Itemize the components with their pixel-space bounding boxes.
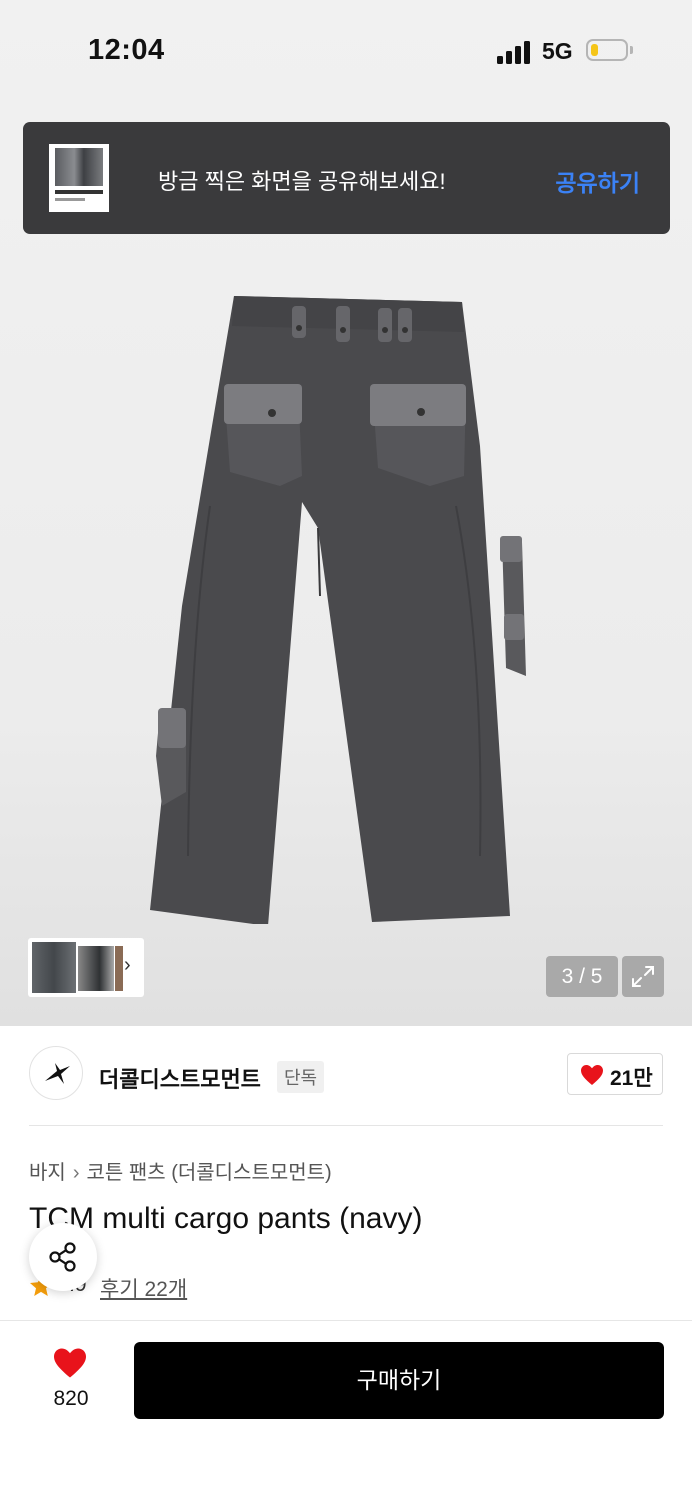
product-title: TCM multi cargo pants (navy) [29, 1202, 423, 1235]
battery-cap [630, 46, 633, 54]
status-time: 12:04 [88, 34, 165, 66]
share-fab[interactable] [29, 1223, 97, 1291]
image-counter: 3 / 5 [546, 956, 618, 997]
breadcrumb-category[interactable]: 바지 [29, 1162, 66, 1184]
brand-logo[interactable] [29, 1046, 83, 1100]
review-link[interactable]: 후기 22개 [100, 1273, 187, 1303]
heart-icon [581, 1065, 603, 1085]
like-count: 820 [53, 1387, 89, 1410]
heart-icon[interactable] [52, 1347, 88, 1379]
divider [29, 1125, 663, 1126]
brand-row[interactable]: 더콜디스트모먼트 단독 21만 [0, 1046, 692, 1106]
chevron-right-icon: › [124, 954, 131, 976]
exclusive-badge: 단독 [277, 1061, 325, 1093]
brand-name[interactable]: 더콜디스트모먼트 [99, 1062, 261, 1094]
signal-icon [497, 40, 533, 64]
share-toast[interactable]: 방금 찍은 화면을 공유해보세요! 공유하기 [23, 122, 670, 234]
share-icon [49, 1242, 76, 1272]
expand-icon [632, 966, 654, 987]
product-gallery[interactable]: 12:04 5G 방금 찍은 화면을 공유해보세요! 공유하기 › 3 / 5 [0, 0, 692, 1026]
product-image[interactable] [150, 296, 542, 924]
toast-message: 방금 찍은 화면을 공유해보세요! [158, 169, 446, 194]
network-label: 5G [542, 38, 573, 64]
bottom-bar: 820 구매하기 [0, 1320, 692, 1501]
screenshot-thumbnail[interactable] [49, 144, 109, 212]
chevron-right-icon: › [72, 1162, 80, 1184]
buy-button[interactable]: 구매하기 [134, 1342, 664, 1419]
brand-like-count: 21만 [610, 1067, 653, 1090]
status-bar: 12:04 5G [0, 0, 692, 100]
fullscreen-button[interactable] [622, 956, 664, 997]
breadcrumb: 바지 › 코튼 팬츠 (더콜디스트모먼트) [29, 1156, 332, 1185]
share-button[interactable]: 공유하기 [555, 164, 640, 198]
battery-icon [586, 39, 628, 61]
thumbnail-strip[interactable]: › [28, 938, 144, 997]
brand-like-button[interactable]: 21만 [567, 1053, 663, 1095]
breadcrumb-subcategory[interactable]: 코튼 팬츠 (더콜디스트모먼트) [86, 1162, 331, 1184]
